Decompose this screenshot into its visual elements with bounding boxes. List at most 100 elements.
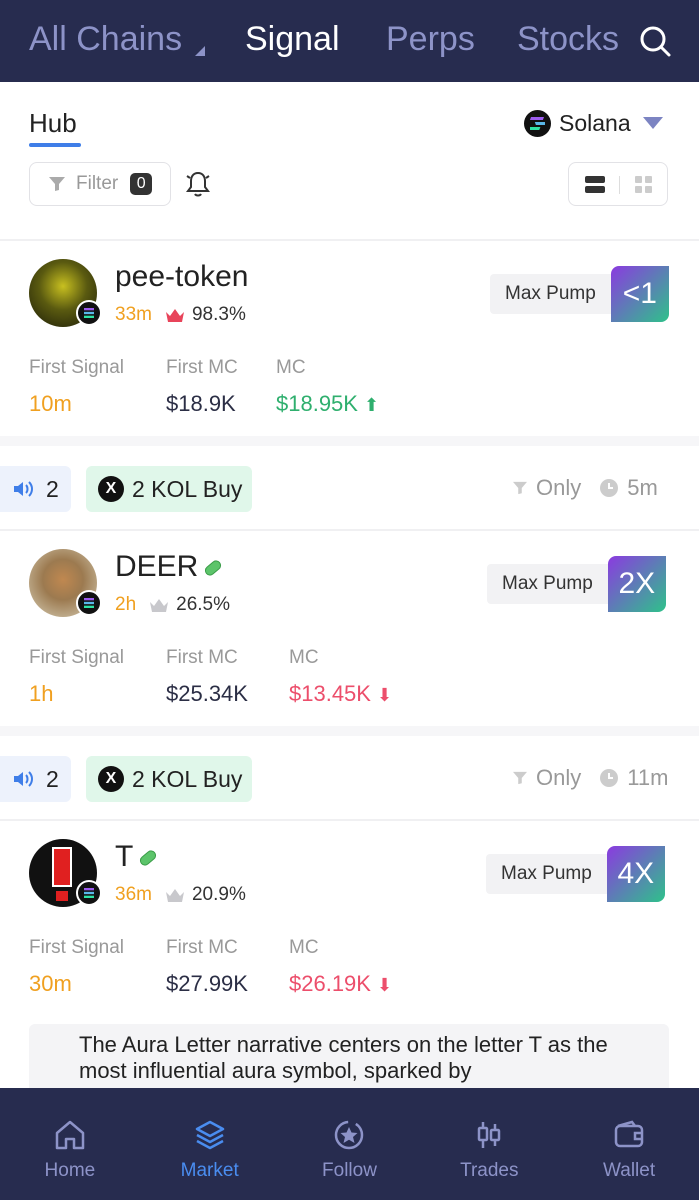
signal-count-chip[interactable]: 2 bbox=[0, 756, 71, 802]
signal-time: 11m bbox=[627, 765, 669, 790]
max-pump-value: <1 bbox=[610, 266, 669, 322]
dropdown-triangle-icon bbox=[642, 117, 663, 129]
token-name: T bbox=[115, 840, 134, 873]
corner-caret-icon bbox=[195, 46, 205, 56]
bottom-nav: Home Market Follow Trades Wallet bbox=[0, 1088, 699, 1200]
home-icon bbox=[55, 1120, 85, 1150]
filter-count-badge: 0 bbox=[130, 173, 153, 195]
first-signal-label: First Signal bbox=[29, 357, 125, 378]
tab-perps[interactable]: Perps bbox=[386, 20, 475, 59]
kol-buy-label: 2 KOL Buy bbox=[132, 765, 243, 792]
token-name-row: DEER bbox=[115, 550, 224, 584]
list-view-icon[interactable] bbox=[585, 176, 605, 194]
solana-badge-icon bbox=[76, 590, 102, 616]
nav-follow-label: Follow bbox=[322, 1160, 377, 1181]
card-gap bbox=[0, 436, 699, 446]
nav-market[interactable]: Market bbox=[140, 1088, 280, 1200]
only-filter[interactable]: Only 11m bbox=[512, 765, 668, 791]
only-filter[interactable]: Only 5m bbox=[512, 475, 658, 501]
filter-label: Filter bbox=[76, 173, 119, 194]
solana-icon bbox=[524, 109, 551, 137]
token-stats: First Signal 10m First MC $18.9K MC $18.95K… bbox=[29, 357, 379, 417]
token-name: DEER bbox=[115, 550, 199, 583]
first-mc-label: First MC bbox=[166, 647, 238, 668]
crown-icon bbox=[150, 599, 169, 612]
only-label: Only bbox=[536, 475, 582, 500]
crown-icon bbox=[165, 309, 184, 322]
mc-value: $18.95K bbox=[276, 391, 358, 416]
first-mc-value: $25.34K bbox=[166, 681, 248, 706]
top-holder-pct: 98.3% bbox=[191, 304, 246, 325]
pill-icon bbox=[138, 848, 159, 868]
wallet-icon bbox=[614, 1120, 644, 1148]
candlestick-icon bbox=[478, 1122, 501, 1148]
first-signal-value: 30m bbox=[29, 971, 72, 996]
crown-icon bbox=[165, 889, 184, 902]
max-pump-value: 2X bbox=[607, 556, 666, 612]
kol-buy-chip[interactable]: X 2 KOL Buy bbox=[86, 466, 252, 512]
token-stats: First Signal 1h First MC $25.34K MC $13.45K… bbox=[29, 647, 392, 707]
token-card[interactable]: DEER 2h 26.5% Max Pump 2X First Signal 1h… bbox=[0, 530, 699, 726]
first-signal-value: 10m bbox=[29, 391, 72, 416]
token-age: 36m bbox=[115, 884, 152, 905]
grid-view-icon[interactable] bbox=[635, 176, 653, 194]
signal-row: 2 X 2 KOL Buy Only 5m bbox=[0, 466, 699, 512]
mc-value: $26.19K bbox=[289, 971, 371, 996]
token-stats: First Signal 30m First MC $27.99K MC $26.19… bbox=[29, 937, 392, 997]
token-age: 33m bbox=[115, 304, 152, 325]
kol-buy-chip[interactable]: X 2 KOL Buy bbox=[86, 756, 252, 802]
signal-count: 2 bbox=[46, 765, 59, 792]
first-signal-value: 1h bbox=[29, 681, 54, 706]
max-pump-label: Max Pump bbox=[487, 564, 608, 604]
filter-icon bbox=[513, 481, 527, 495]
first-signal-label: First Signal bbox=[29, 647, 125, 668]
arrow-down-icon: ⬇ bbox=[376, 975, 393, 995]
clock-icon bbox=[600, 769, 619, 787]
top-holder-pct: 20.9% bbox=[191, 884, 246, 905]
nav-trades[interactable]: Trades bbox=[419, 1088, 559, 1200]
bell-icon[interactable] bbox=[185, 170, 211, 198]
nav-trades-label: Trades bbox=[460, 1160, 519, 1181]
x-logo-icon: X bbox=[98, 766, 124, 792]
nav-wallet[interactable]: Wallet bbox=[559, 1088, 699, 1200]
nav-market-label: Market bbox=[180, 1160, 239, 1181]
first-signal-label: First Signal bbox=[29, 937, 125, 958]
signal-count-chip[interactable]: 2 bbox=[0, 466, 71, 512]
hub-tab[interactable]: Hub bbox=[29, 108, 77, 139]
max-pump-label: Max Pump bbox=[490, 274, 611, 314]
top-tab-bar: All Chains Signal Perps Stocks bbox=[0, 0, 699, 82]
tab-stocks[interactable]: Stocks bbox=[517, 20, 619, 59]
nav-home[interactable]: Home bbox=[0, 1088, 140, 1200]
star-circle-icon bbox=[335, 1120, 364, 1150]
tab-signal[interactable]: Signal bbox=[245, 20, 340, 59]
arrow-down-icon: ⬇ bbox=[376, 685, 393, 705]
token-meta: 36m 20.9% bbox=[115, 884, 246, 906]
nav-wallet-label: Wallet bbox=[603, 1160, 656, 1181]
max-pump-badge: Max Pump 2X bbox=[487, 556, 666, 612]
signal-count: 2 bbox=[46, 475, 59, 502]
view-toggle[interactable] bbox=[568, 162, 668, 206]
nav-follow[interactable]: Follow bbox=[280, 1088, 420, 1200]
solana-badge-icon bbox=[76, 300, 102, 326]
solana-badge-icon bbox=[76, 880, 102, 906]
filter-button[interactable]: Filter 0 bbox=[29, 162, 171, 206]
card-gap bbox=[0, 726, 699, 736]
tab-all-chains[interactable]: All Chains bbox=[29, 20, 182, 59]
pill-icon bbox=[203, 558, 224, 578]
arrow-up-icon: ⬆ bbox=[363, 395, 380, 415]
token-meta: 2h 26.5% bbox=[115, 594, 230, 616]
max-pump-badge: Max Pump <1 bbox=[490, 266, 669, 322]
mc-label: MC bbox=[289, 937, 319, 958]
token-name-row: T bbox=[115, 840, 159, 874]
chain-selector[interactable]: Solana bbox=[524, 108, 663, 138]
only-label: Only bbox=[536, 765, 582, 790]
top-holder-pct: 26.5% bbox=[176, 594, 231, 615]
token-card[interactable]: pee-token 33m 98.3% Max Pump <1 First Si… bbox=[0, 240, 699, 436]
token-meta: 33m 98.3% bbox=[115, 304, 246, 326]
chain-name: Solana bbox=[559, 109, 631, 136]
token-card[interactable]: T 36m 20.9% Max Pump 4X First Signal 30m … bbox=[0, 820, 699, 1020]
first-mc-value: $27.99K bbox=[166, 971, 248, 996]
search-icon[interactable] bbox=[638, 24, 672, 58]
token-age: 2h bbox=[115, 594, 137, 615]
mc-value: $13.45K bbox=[289, 681, 371, 706]
